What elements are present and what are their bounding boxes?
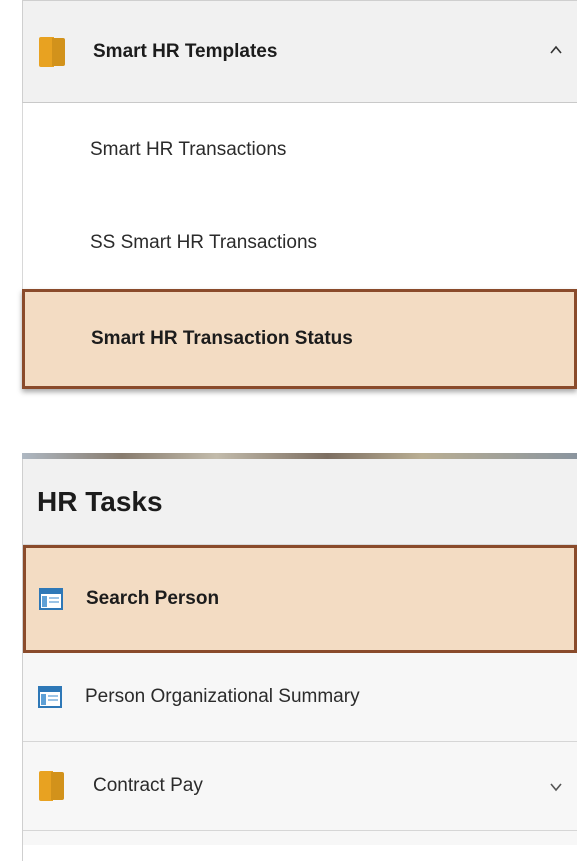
task-item-label: Search Person — [86, 588, 220, 609]
hr-tasks-panel: HR Tasks Search Person Person Organizati… — [22, 459, 577, 861]
folder-icon — [39, 36, 67, 67]
task-item-person-organizational-summary[interactable]: Person Organizational Summary — [23, 653, 577, 742]
hr-tasks-title: HR Tasks — [23, 459, 577, 545]
nav-item-smart-hr-transaction-status[interactable]: Smart HR Transaction Status — [22, 289, 577, 389]
nav-item-smart-hr-transactions[interactable]: Smart HR Transactions — [22, 103, 577, 196]
task-item-search-person[interactable]: Search Person — [23, 545, 577, 653]
task-item-label: Person Organizational Summary — [85, 686, 360, 707]
folder-icon — [39, 771, 65, 801]
task-item-contract-pay[interactable]: Contract Pay — [23, 742, 577, 831]
chevron-up-icon[interactable] — [549, 43, 563, 57]
nav-item-label: Smart HR Transactions — [90, 138, 287, 160]
page-icon — [39, 587, 63, 611]
task-list-continuation — [23, 831, 577, 845]
page-icon — [38, 685, 62, 709]
task-item-label: Contract Pay — [93, 775, 203, 796]
smart-hr-templates-panel: Smart HR Templates Smart HR Transactions… — [22, 0, 577, 394]
nav-item-label: SS Smart HR Transactions — [90, 231, 318, 253]
chevron-down-icon[interactable] — [549, 782, 563, 792]
smart-hr-templates-title: Smart HR Templates — [93, 40, 278, 62]
nav-item-label: Smart HR Transaction Status — [91, 328, 353, 349]
smart-hr-templates-header[interactable]: Smart HR Templates — [22, 0, 577, 103]
nav-item-ss-smart-hr-transactions[interactable]: SS Smart HR Transactions — [22, 196, 577, 289]
